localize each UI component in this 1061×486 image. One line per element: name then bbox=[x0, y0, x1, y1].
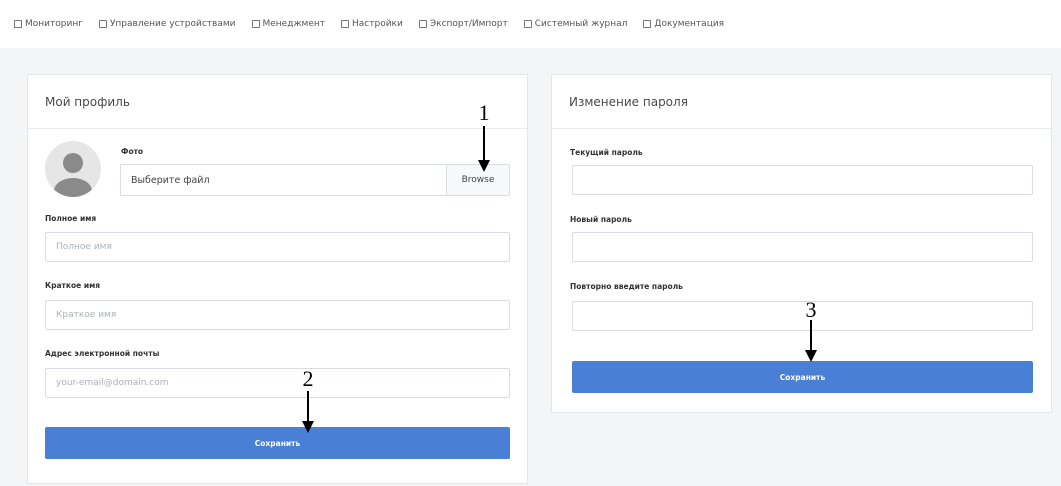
avatar bbox=[45, 141, 101, 197]
password-panel: Изменение пароля Текущий пароль Новый па… bbox=[551, 74, 1052, 413]
file-input-text: Выберите файл bbox=[131, 174, 210, 186]
annotation-number-1: 1 bbox=[478, 100, 490, 125]
document-icon bbox=[251, 20, 260, 28]
current-password-label: Текущий пароль bbox=[570, 148, 643, 157]
fullname-input[interactable] bbox=[45, 232, 510, 262]
export-icon bbox=[418, 20, 427, 28]
nav-item-documentation[interactable]: Документация bbox=[643, 19, 724, 29]
nav-item-devices[interactable]: Управление устройствами bbox=[98, 19, 236, 29]
top-navigation: Мониторинг Управление устройствами Менед… bbox=[0, 0, 1061, 48]
nav-item-monitoring[interactable]: Мониторинг bbox=[14, 19, 83, 29]
current-password-input[interactable] bbox=[572, 165, 1033, 195]
document-icon bbox=[98, 20, 107, 28]
password-save-button[interactable]: Сохранить bbox=[572, 361, 1033, 393]
nav-label: Мониторинг bbox=[25, 19, 83, 29]
new-password-input[interactable] bbox=[572, 232, 1033, 262]
profile-panel-title: Мой профиль bbox=[28, 75, 527, 129]
new-password-label: Новый пароль bbox=[570, 215, 632, 224]
email-input[interactable] bbox=[45, 368, 510, 398]
book-icon bbox=[643, 20, 652, 28]
nav-item-system-journal[interactable]: Системный журнал bbox=[523, 19, 628, 29]
nav-label: Управление устройствами bbox=[109, 19, 236, 29]
nav-label: Настройки bbox=[352, 19, 403, 29]
email-label: Адрес электронной почты bbox=[45, 349, 160, 358]
profile-panel: Мой профиль Фото Выберите файл Browse По… bbox=[27, 74, 528, 484]
nav-item-settings[interactable]: Настройки bbox=[341, 19, 403, 29]
annotation-arrow-2 bbox=[302, 391, 314, 433]
journal-icon bbox=[523, 20, 532, 28]
shortname-input[interactable] bbox=[45, 300, 510, 330]
user-silhouette-icon bbox=[54, 153, 92, 197]
fullname-label: Полное имя bbox=[45, 214, 97, 223]
document-icon bbox=[341, 20, 350, 28]
repeat-password-label: Повторно введите пароль bbox=[570, 282, 683, 291]
shortname-label: Краткое имя bbox=[45, 281, 101, 290]
nav-item-export-import[interactable]: Экспорт/Импорт bbox=[418, 19, 508, 29]
photo-file-input[interactable]: Выберите файл Browse bbox=[120, 164, 510, 196]
password-panel-title: Изменение пароля bbox=[552, 75, 1051, 129]
nav-item-management[interactable]: Менеджмент bbox=[251, 19, 326, 29]
nav-label: Менеджмент bbox=[262, 19, 326, 29]
profile-save-button[interactable]: Сохранить bbox=[45, 427, 510, 459]
annotation-arrow-3 bbox=[805, 320, 817, 362]
nav-label: Экспорт/Импорт bbox=[429, 19, 508, 29]
nav-label: Документация bbox=[654, 19, 725, 29]
nav-label: Системный журнал bbox=[534, 19, 628, 29]
annotation-arrow-1 bbox=[478, 126, 490, 172]
annotation-number-2: 2 bbox=[302, 366, 314, 391]
home-icon bbox=[14, 20, 22, 28]
photo-label: Фото bbox=[121, 147, 144, 156]
